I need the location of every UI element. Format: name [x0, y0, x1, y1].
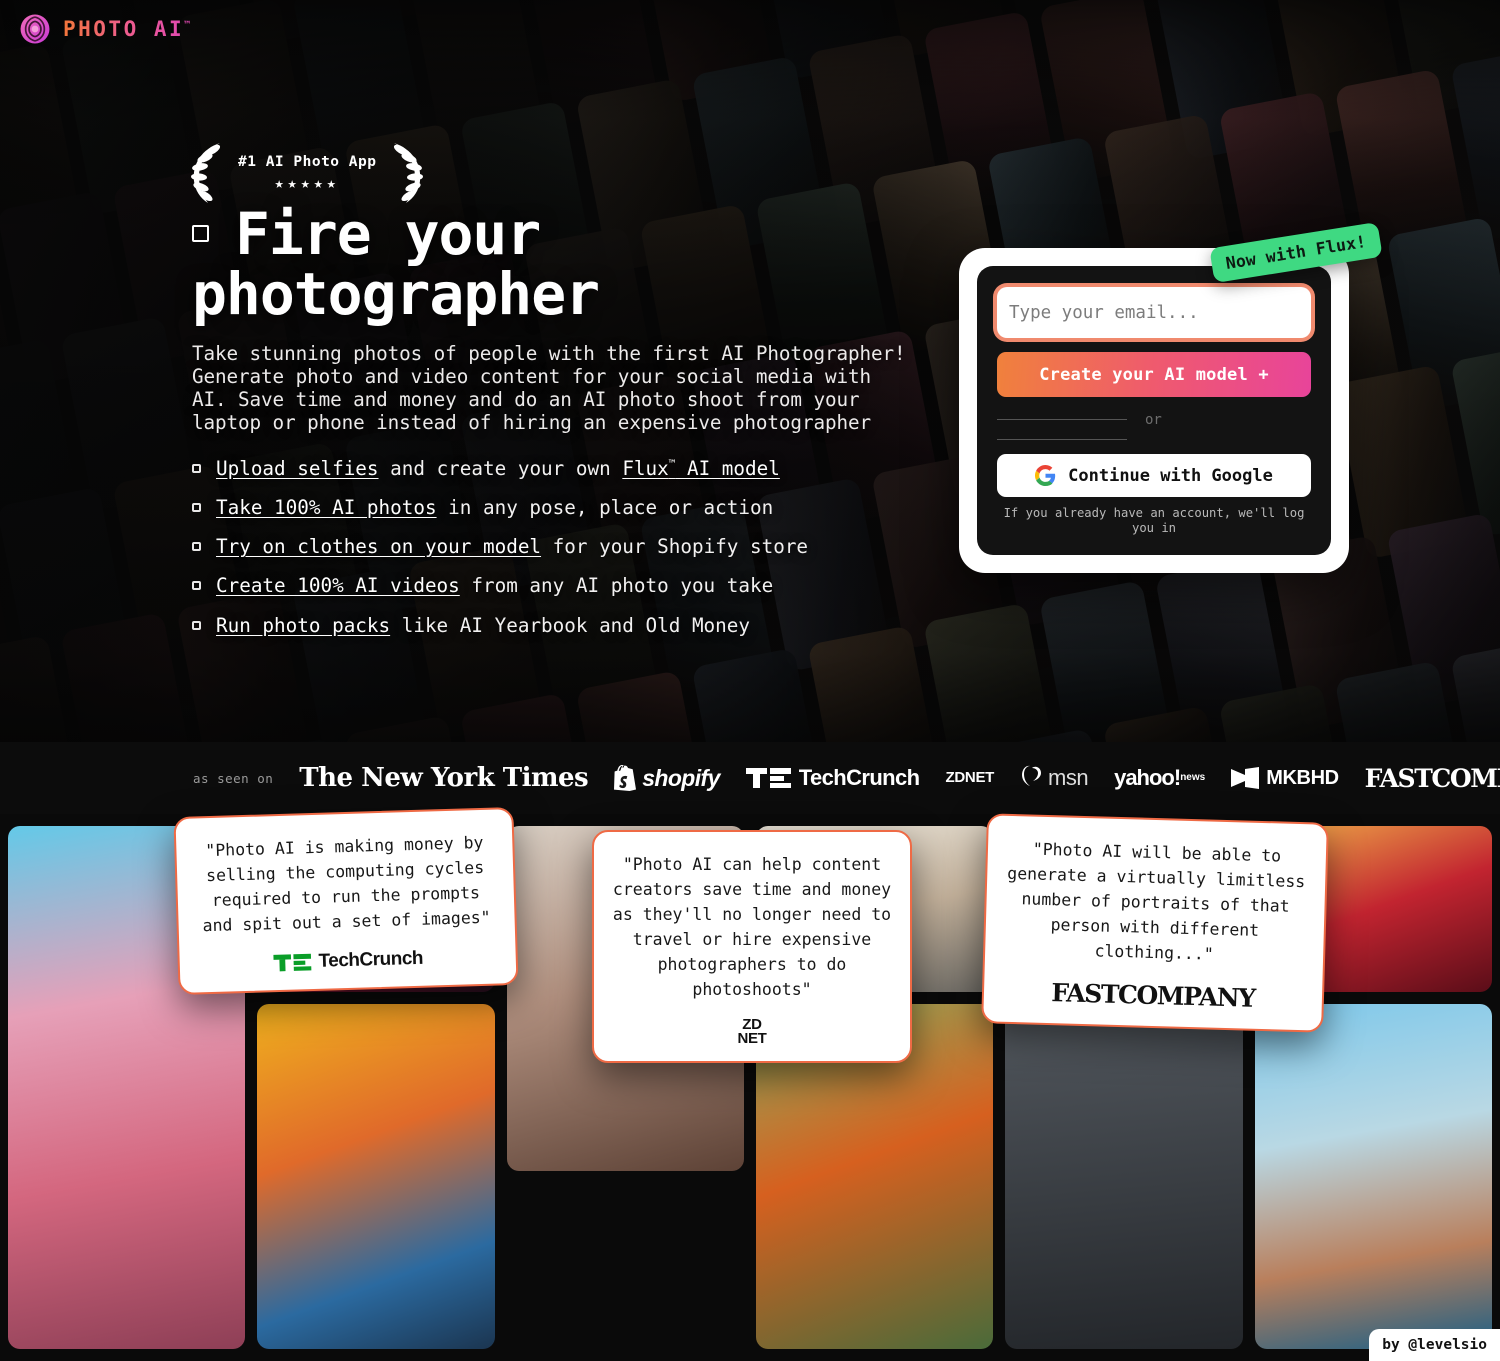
press-logo-mkbhd[interactable]: MKBHD [1231, 766, 1339, 790]
hero-subcopy: Take stunning photos of people with the … [192, 342, 906, 435]
feature-link[interactable]: Try on clothes on your model [216, 535, 541, 558]
techcrunch-mark-icon [273, 954, 312, 972]
press-label: as seen on [193, 770, 274, 786]
feature-text: Upload selfies and create your own Flux™… [216, 456, 780, 480]
award-badge: #1 AI Photo App ★★★★★ [186, 140, 428, 206]
feature-text: Create 100% AI videos from any AI photo … [216, 574, 774, 598]
press-logo-yahoo-line2: news [1180, 771, 1206, 783]
divider-or: or [997, 412, 1311, 442]
quote-source-logo: TechCrunch [198, 946, 499, 977]
feature-item: Create 100% AI videos from any AI photo … [192, 574, 907, 597]
logo-wordmark: PHOTO AI™ [63, 17, 190, 41]
feature-item: Take 100% AI photos in any pose, place o… [192, 496, 907, 519]
hero-copy-block: Fire your photographer Take stunning pho… [192, 204, 907, 653]
headline-text: Fire your photographer [192, 200, 600, 328]
feature-list: Upload selfies and create your own Flux™… [192, 457, 907, 637]
press-logo-mkbhd-label: MKBHD [1266, 766, 1339, 789]
email-input[interactable] [997, 287, 1311, 338]
feature-link[interactable]: Upload selfies [216, 457, 379, 480]
signup-card-body: Create your AI model + or Continue with … [977, 266, 1331, 555]
laurel-left-icon [191, 143, 221, 203]
quote-text: "Photo AI will be able to generate a vir… [1007, 839, 1306, 964]
press-logo-yahoo[interactable]: yahoo! news [1114, 765, 1206, 791]
headline-square-icon [192, 225, 209, 242]
laurel-right-icon [394, 143, 424, 203]
divider-label: or [1145, 412, 1162, 428]
badge-title: #1 AI Photo App [238, 154, 377, 171]
quote-card-zdnet: "Photo AI can help content creators save… [592, 830, 912, 1064]
logo-trademark: ™ [184, 20, 191, 31]
create-ai-model-button[interactable]: Create your AI model + [997, 352, 1311, 397]
quote-source-logo: ZD NET [612, 1016, 892, 1047]
bullet-square-icon [192, 542, 201, 552]
press-logo-shopify-label: shopify [642, 764, 720, 791]
feature-link[interactable]: Run photo packs [216, 614, 390, 637]
aperture-spiral-icon [20, 14, 50, 44]
login-note: If you already have an account, we'll lo… [1003, 506, 1305, 536]
continue-with-google-button[interactable]: Continue with Google [997, 454, 1311, 497]
quote-card-fastcompany: "Photo AI will be able to generate a vir… [981, 813, 1329, 1034]
quote-text: "Photo AI is making money by selling the… [202, 832, 491, 936]
page-title: Fire your photographer [192, 204, 907, 324]
bullet-square-icon [192, 503, 201, 513]
mkbhd-bowtie-icon [1231, 767, 1260, 789]
signup-card: Now with Flux! Create your AI model + or [959, 221, 1383, 573]
google-button-label: Continue with Google [1068, 465, 1273, 486]
levelsio-credit-badge[interactable]: by @levelsio [1369, 1329, 1500, 1361]
divider-line-bottom [997, 439, 1127, 440]
msn-butterfly-icon [1022, 765, 1042, 786]
gallery-photo[interactable] [1254, 1004, 1492, 1349]
feature-item: Upload selfies and create your own Flux™… [192, 457, 907, 480]
press-logo-shopify[interactable]: shopify [614, 765, 720, 792]
google-g-icon [1035, 465, 1056, 486]
feature-link[interactable]: Take 100% AI photos [216, 496, 437, 519]
shopify-bag-icon [614, 765, 637, 791]
feature-text: Run photo packs like AI Yearbook and Old… [216, 613, 750, 637]
press-logo-fastcompany[interactable]: FASTCOMPANY [1365, 764, 1500, 793]
bullet-square-icon [192, 581, 201, 591]
techcrunch-mark-icon [745, 768, 791, 788]
press-logo-techcrunch[interactable]: TechCrunch [745, 765, 920, 791]
feature-text: Take 100% AI photos in any pose, place o… [216, 496, 774, 520]
quote-source-logo: FASTCOMPANY [1002, 977, 1305, 1014]
press-logo-msn-label: msn [1048, 765, 1089, 790]
feature-link[interactable]: Create 100% AI videos [216, 574, 460, 597]
quote-text: "Photo AI can help content creators save… [612, 855, 892, 1000]
press-bar: as seen on The New York Times shopify Te… [0, 742, 1500, 814]
gallery-photo[interactable] [257, 1004, 495, 1349]
press-logo-zdnet-line1: ZD [945, 769, 966, 787]
feature-item: Run photo packs like AI Yearbook and Old… [192, 614, 907, 637]
press-logo-techcrunch-label: TechCrunch [798, 765, 920, 790]
press-logo-msn[interactable]: msn [1020, 765, 1089, 791]
bullet-square-icon [192, 463, 201, 473]
quote-source-name: ZD NET [737, 1016, 767, 1047]
badge-stars: ★★★★★ [274, 173, 340, 192]
quote-source-name: FASTCOMPANY [1050, 978, 1256, 1014]
press-logo-zdnet-line2: NET [964, 769, 995, 787]
hero-section: PHOTO AI™ #1 AI Photo App ★★★★★ Fire you… [0, 0, 1500, 742]
signup-card-frame: Create your AI model + or Continue with … [959, 248, 1349, 573]
quote-source-name: TechCrunch [318, 948, 424, 973]
feature-item: Try on clothes on your model for your Sh… [192, 535, 907, 558]
press-logo-yahoo-line1: yahoo! [1114, 765, 1181, 791]
divider-line-top [997, 419, 1127, 420]
feature-link-secondary[interactable]: Flux™ AI model [622, 457, 780, 480]
quote-card-techcrunch: "Photo AI is making money by selling the… [173, 806, 519, 996]
feature-text: Try on clothes on your model for your Sh… [216, 535, 809, 559]
site-logo[interactable]: PHOTO AI™ [18, 12, 190, 46]
press-logo-nyt[interactable]: The New York Times [299, 763, 588, 793]
logo-name: PHOTO AI [63, 17, 185, 41]
press-logo-zdnet[interactable]: ZD NET [945, 769, 995, 787]
bullet-square-icon [192, 620, 201, 630]
